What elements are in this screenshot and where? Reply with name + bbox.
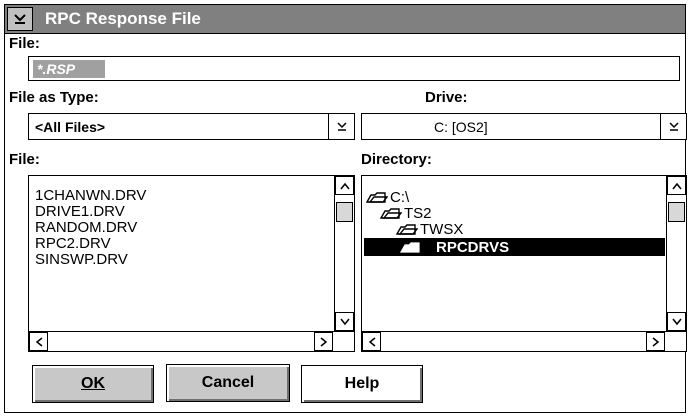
directory-item-label: RPCDRVS xyxy=(436,238,510,256)
system-menu-button[interactable] xyxy=(7,7,33,31)
drive-label: Drive: xyxy=(425,89,468,106)
arrow-left-icon xyxy=(35,336,42,347)
window-title: RPC Response File xyxy=(45,9,201,28)
cancel-button[interactable]: Cancel xyxy=(166,364,290,402)
scroll-down-button[interactable] xyxy=(667,312,686,331)
file-list-horizontal-scrollbar[interactable] xyxy=(29,331,354,351)
scroll-right-button[interactable] xyxy=(646,332,665,351)
drive-value: C: [OS2] xyxy=(434,119,488,135)
arrow-left-icon xyxy=(368,336,375,347)
directory-item-rpcdrvs[interactable]: RPCDRVS xyxy=(364,238,665,256)
scroll-up-button[interactable] xyxy=(335,176,354,195)
directory-vertical-scrollbar[interactable] xyxy=(666,176,686,331)
file-listbox[interactable]: 1CHANWN.DRV DRIVE1.DRV RANDOM.DRV RPC2.D… xyxy=(28,175,355,352)
chevron-down-icon xyxy=(668,121,679,131)
chevron-down-icon xyxy=(336,121,347,131)
open-folder-icon xyxy=(380,208,402,219)
directory-item-label: C:\ xyxy=(390,188,410,206)
list-item[interactable]: 1CHANWN.DRV xyxy=(35,188,146,204)
file-name-value: *.RSP xyxy=(33,60,106,78)
arrow-up-icon xyxy=(671,182,682,189)
cancel-button-label: Cancel xyxy=(201,374,255,391)
open-folder-icon xyxy=(366,192,388,203)
ok-button[interactable]: OK xyxy=(32,365,154,403)
scroll-left-button[interactable] xyxy=(29,332,48,351)
scroll-right-button[interactable] xyxy=(314,332,333,351)
file-name-input[interactable]: *.RSP xyxy=(28,56,680,81)
list-item[interactable]: RPC2.DRV xyxy=(35,236,111,252)
arrow-up-icon xyxy=(339,182,350,189)
help-button-label: Help xyxy=(344,375,380,392)
file-type-dropdown-button[interactable] xyxy=(328,114,354,139)
file-type-value: <All Files> xyxy=(35,119,106,135)
list-item[interactable]: SINSWP.DRV xyxy=(35,252,128,268)
scroll-down-button[interactable] xyxy=(335,312,354,331)
rpc-response-file-dialog: RPC Response File File: *.RSP File as Ty… xyxy=(4,4,687,413)
arrow-right-icon xyxy=(652,336,659,347)
scroll-left-button[interactable] xyxy=(362,332,381,351)
help-button[interactable]: Help xyxy=(301,365,423,403)
directory-horizontal-scrollbar[interactable] xyxy=(362,331,686,351)
directory-item-label: TWSX xyxy=(420,220,464,238)
scroll-up-button[interactable] xyxy=(667,176,686,195)
arrow-down-icon xyxy=(339,318,350,325)
file-list-label: File: xyxy=(9,151,40,168)
drive-dropdown-button[interactable] xyxy=(660,114,686,139)
file-type-combobox[interactable]: <All Files> xyxy=(28,113,355,140)
directory-listbox[interactable]: C:\ TS2 TWSX RPCDRVS xyxy=(361,175,687,352)
ok-button-label: OK xyxy=(81,375,105,392)
open-folder-icon xyxy=(396,224,418,235)
file-field-label: File: xyxy=(9,35,40,52)
directory-item-label: TS2 xyxy=(404,204,432,222)
file-list-vertical-scrollbar[interactable] xyxy=(334,176,354,331)
title-bar[interactable]: RPC Response File xyxy=(5,5,685,34)
list-item[interactable]: DRIVE1.DRV xyxy=(35,204,125,220)
directory-label: Directory: xyxy=(361,151,432,168)
folder-icon xyxy=(400,242,420,253)
file-type-label: File as Type: xyxy=(9,89,99,106)
arrow-down-icon xyxy=(671,318,682,325)
arrow-right-icon xyxy=(320,336,327,347)
chevron-down-icon xyxy=(14,14,26,24)
scrollbar-thumb[interactable] xyxy=(336,202,353,222)
scrollbar-thumb[interactable] xyxy=(668,202,685,222)
directory-item-twsx[interactable]: TWSX xyxy=(396,220,463,238)
drive-combobox[interactable]: C: [OS2] xyxy=(361,113,687,140)
list-item[interactable]: RANDOM.DRV xyxy=(35,220,137,236)
